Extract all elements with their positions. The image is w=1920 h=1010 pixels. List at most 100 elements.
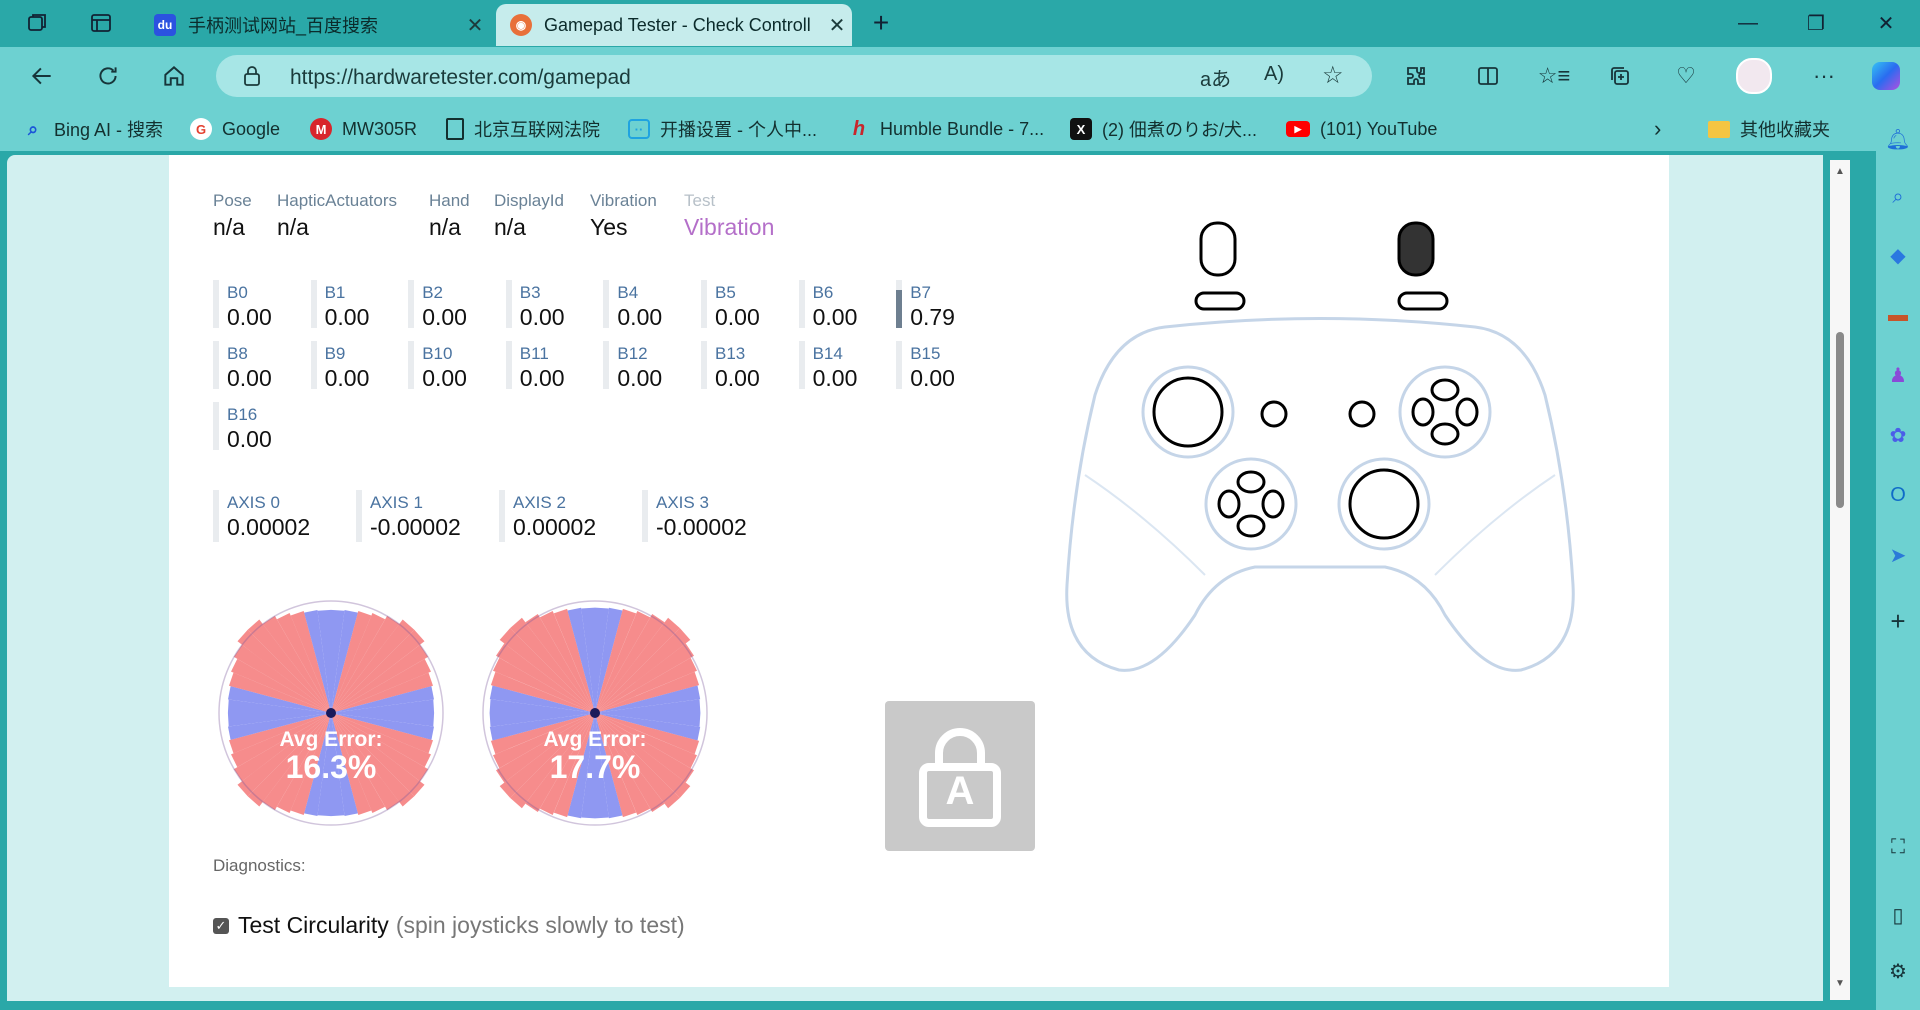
copilot-sidebar-icon[interactable]: ✿ [1884,421,1912,449]
add-icon[interactable]: + [1884,606,1912,636]
gamepad-button-b1: B1 0.00 [310,280,401,330]
copilot-icon[interactable] [1868,58,1904,94]
profile-avatar[interactable] [1736,58,1772,94]
scroll-up-icon[interactable]: ▲ [1835,166,1845,177]
left-stick [1152,376,1224,448]
other-bookmarks-folder[interactable]: 其他收藏夹 [1708,117,1830,141]
tab-baidu[interactable]: du 手柄测试网站_百度搜索 ✕ [140,4,490,46]
outlook-icon[interactable]: O [1884,481,1912,509]
gamepad-button-b2: B2 0.00 [408,280,498,330]
restore-icon[interactable]: ❐ [1796,6,1836,40]
refresh-icon[interactable] [90,58,126,94]
scrollbar-thumb[interactable] [1836,332,1844,508]
gamepad-button-b10: B10 0.00 [408,341,498,391]
bookmark-x[interactable]: X (2) 佃煮のりお/犬... [1070,117,1257,141]
button-value: 0.00 [812,365,858,391]
favorite-star-icon[interactable]: ☆ [1322,61,1344,90]
workspaces-icon[interactable] [22,8,52,38]
axis-label: AXIS 2 [513,493,566,512]
axis-bar [356,490,362,542]
info-value: Yes [590,214,628,240]
collections-icon[interactable] [1602,58,1638,94]
scrollbar[interactable]: ▲ ▼ [1830,160,1850,1000]
button-value: 0.00 [422,304,467,330]
settings-gear-icon[interactable]: ⚙ [1884,957,1912,985]
right-trigger [1397,221,1435,277]
vibration-test-button[interactable]: Vibration [684,214,774,241]
sidebar-toggle-icon[interactable]: ▯ [1884,901,1912,929]
button-value: 0.00 [617,365,663,391]
button-label: B9 [324,344,346,363]
edge-sidebar: 🔔︎ ⌕ ◆ ▬ ♟ ✿ O ➤ + ⛶ ▯ ⚙ [1876,105,1920,1010]
send-icon[interactable]: ➤ [1884,541,1912,569]
search-icon[interactable]: ⌕ [1884,183,1912,211]
button-label: B15 [910,344,941,363]
button-value: 0.00 [227,426,272,452]
info-value: n/a [494,214,526,240]
button-value: 0.00 [519,304,565,330]
bilibili-icon: ·· [628,119,650,139]
gamepad-face-icon: ◉ [510,14,532,36]
bookmark-bing-ai[interactable]: ⌕ Bing AI - 搜索 [22,117,163,141]
bell-icon[interactable]: 🔔︎ [1884,125,1912,153]
right-bumper [1397,291,1449,311]
gamepad-button-b4: B4 0.00 [603,280,693,330]
lock-icon[interactable] [242,65,262,92]
screenshot-icon[interactable]: ⛶ [1884,833,1912,861]
button-label: B12 [617,344,648,363]
toolbox-icon[interactable]: ▬ [1884,301,1912,329]
minimize-icon[interactable]: — [1728,6,1768,40]
chevron-right-icon[interactable]: › [1654,116,1661,141]
close-icon[interactable]: ✕ [460,13,490,38]
controller-diagram [1065,221,1575,672]
bookmark-court[interactable]: 北京互联网法院 [446,117,600,141]
read-aloud-icon[interactable]: A) [1264,63,1284,86]
button-lock-a[interactable]: A [885,701,1035,851]
games-icon[interactable]: ♟ [1884,361,1912,389]
stick-dot [590,708,600,718]
tab-strip: du 手柄测试网站_百度搜索 ✕ ◉ Gamepad Tester - Chec… [0,0,1920,47]
button-level-bar [603,280,610,328]
info-value: n/a [429,214,461,240]
bookmark-youtube[interactable]: ▶ (101) YouTube [1286,117,1437,141]
split-screen-icon[interactable] [1470,58,1506,94]
button-level-bar [603,341,610,389]
button-label: B14 [812,344,843,363]
bookmark-google[interactable]: G Google [190,117,280,141]
address-bar[interactable]: https://hardwaretester.com/gamepad aあ A)… [216,55,1372,97]
url-text[interactable]: https://hardwaretester.com/gamepad [290,66,631,90]
more-menu-icon[interactable]: ··· [1806,58,1842,94]
tag-icon[interactable]: ◆ [1884,241,1912,269]
tab-actions-icon[interactable] [86,8,116,38]
bookmark-mw305r[interactable]: M MW305R [310,117,417,141]
info-header: Test [684,191,716,210]
axis-3: AXIS 3 -0.00002 [642,490,782,542]
button-level-bar [798,341,805,389]
button-level-bar [213,402,219,450]
test-circularity-checkbox[interactable]: ✓ [213,917,229,934]
button-value: 0.79 [910,304,955,330]
bookmark-label: Humble Bundle - 7... [880,118,1045,139]
close-window-icon[interactable]: ✕ [1866,6,1906,40]
bookmark-label: 北京互联网法院 [474,120,600,140]
bookmark-bilibili[interactable]: ·· 开播设置 - 个人中... [628,117,817,141]
axis-bar [499,490,505,542]
gamepad-button-b16: B16 0.00 [213,402,303,452]
new-tab-icon[interactable]: + [866,7,896,38]
browser-essentials-icon[interactable]: ♡ [1668,58,1704,94]
scroll-down-icon[interactable]: ▼ [1835,978,1845,989]
bookmark-humble[interactable]: h Humble Bundle - 7... [848,117,1044,141]
bookmark-label: Google [222,118,281,139]
youtube-icon: ▶ [1286,121,1310,137]
favorites-list-icon[interactable]: ☆≡ [1536,58,1572,94]
button-label: B16 [227,405,258,424]
home-icon[interactable] [156,58,192,94]
button-level-bar [408,280,415,328]
tab-gamepad-tester[interactable]: ◉ Gamepad Tester - Check Controll ✕ [496,4,852,46]
button-value: 0.00 [812,304,858,330]
test-circularity-label[interactable]: Test Circularity [238,912,389,939]
close-icon[interactable]: ✕ [822,13,852,38]
back-icon[interactable] [24,58,60,94]
extensions-icon[interactable] [1398,58,1434,94]
translate-icon[interactable]: aあ [1200,63,1231,92]
